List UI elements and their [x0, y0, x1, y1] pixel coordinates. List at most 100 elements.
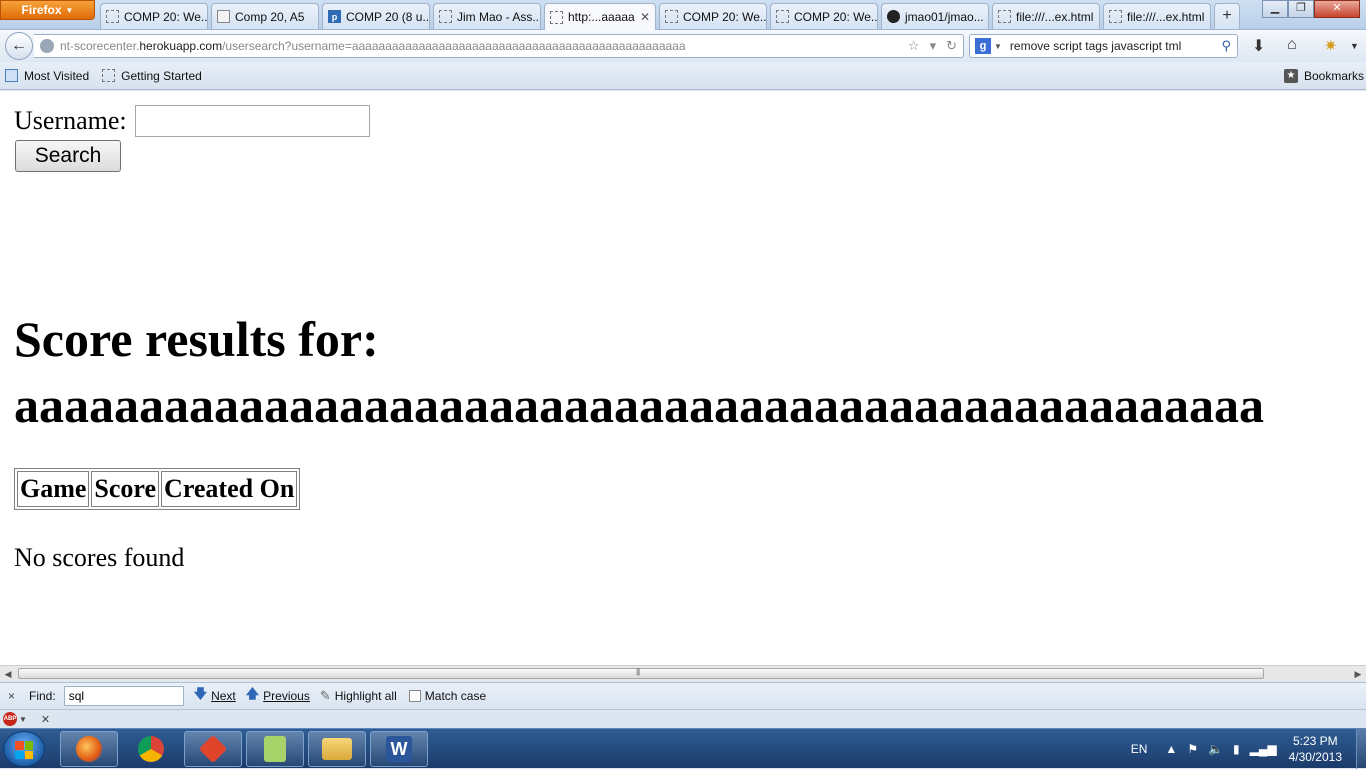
back-button[interactable]: ← — [5, 32, 33, 60]
tab-jim-mao[interactable]: Jim Mao - Ass... — [433, 3, 541, 29]
close-tab-icon[interactable]: ✕ — [640, 10, 650, 24]
system-clock[interactable]: 5:23 PM 4/30/2013 — [1289, 733, 1342, 765]
home-icon[interactable]: ⌂ — [1287, 36, 1297, 54]
power-icon[interactable]: ▮ — [1233, 742, 1240, 756]
taskbar-word[interactable]: W — [370, 731, 428, 767]
navigation-toolbar: ← nt-scorecenter. herokuapp.com /usersea… — [0, 30, 1366, 62]
horizontal-scrollbar[interactable]: ◀ ||| ▶ — [0, 665, 1366, 681]
notepad-icon — [264, 736, 286, 762]
bookmark-label: Most Visited — [24, 68, 90, 83]
tab-strip: Firefox ▼ COMP 20: We... Comp 20, A5 p C… — [0, 0, 1366, 30]
tab-label: COMP 20: We... — [124, 9, 208, 24]
bookmark-getting-started[interactable]: Getting Started — [102, 69, 202, 83]
language-indicator[interactable]: EN — [1131, 742, 1148, 756]
tab-label: COMP 20: We... — [683, 9, 767, 24]
show-desktop-button[interactable] — [1356, 729, 1366, 769]
tab-label: jmao01/jmao... — [905, 9, 984, 24]
scroll-right-icon[interactable]: ▶ — [1350, 667, 1366, 681]
find-bar: × Find: 🡇 Next 🡅 Previous ✎ Highlight al… — [0, 682, 1366, 709]
find-previous-label: Previous — [263, 689, 310, 703]
taskbar-firefox[interactable] — [60, 731, 118, 767]
table-header-row: Game Score Created On — [17, 471, 298, 507]
scrollbar-thumb[interactable] — [18, 668, 1264, 679]
username-label: Username: — [14, 106, 127, 135]
heading-line: Score results for: — [14, 311, 379, 367]
addon-bar: ABP ▼ ✕ — [0, 709, 1366, 728]
bookmarks-menu-button[interactable]: ★ Bookmarks — [1283, 62, 1366, 90]
bookmarks-star-icon: ★ — [1283, 69, 1298, 83]
site-identity-icon[interactable] — [40, 39, 54, 53]
addon-icon[interactable]: ✷ — [1324, 36, 1337, 56]
chevron-down-icon[interactable]: ▼ — [994, 42, 1002, 51]
show-hidden-icons-icon[interactable]: ▲ — [1165, 742, 1177, 756]
find-previous-button[interactable]: 🡅 Previous — [246, 685, 310, 707]
taskbar-explorer[interactable] — [308, 731, 366, 767]
chevron-down-icon[interactable]: ▼ — [1350, 41, 1359, 51]
scroll-left-icon[interactable]: ◀ — [0, 667, 16, 681]
tab-file-2[interactable]: file:///...ex.html — [1103, 3, 1211, 29]
highlight-all-button[interactable]: ✎ Highlight all — [320, 688, 397, 704]
tab-label: file:///...ex.html — [1127, 9, 1205, 24]
action-center-flag-icon[interactable]: ⚑ — [1187, 742, 1198, 756]
arrow-down-icon: 🡇 — [193, 686, 208, 701]
blank-page-icon — [106, 10, 119, 23]
tab-current-page[interactable]: http:...aaaaa ✕ — [544, 3, 656, 30]
close-find-bar-icon[interactable]: × — [8, 689, 15, 703]
new-tab-button[interactable]: + — [1214, 3, 1240, 29]
blank-page-icon — [998, 10, 1011, 23]
bookmark-label: Getting Started — [121, 68, 202, 83]
minimize-button[interactable]: ▁ — [1262, 0, 1288, 18]
match-case-label: Match case — [424, 689, 487, 703]
close-window-button[interactable]: ✕ — [1314, 0, 1360, 18]
username-input[interactable] — [134, 105, 370, 137]
tab-comp20-web-1[interactable]: COMP 20: We... — [100, 3, 208, 29]
blank-page-icon — [439, 10, 452, 23]
tab-comp20-a5[interactable]: Comp 20, A5 — [211, 3, 319, 29]
highlight-all-label: Highlight all — [334, 689, 397, 703]
chrome-icon — [138, 736, 164, 762]
word-icon: W — [386, 736, 412, 762]
find-input[interactable] — [63, 686, 184, 706]
network-signal-icon[interactable]: ▂▄▆ — [1250, 742, 1277, 756]
tab-label: COMP 20 (8 u... — [346, 9, 430, 24]
search-button[interactable]: Search — [15, 140, 121, 172]
arrow-up-icon: 🡅 — [245, 686, 260, 701]
match-case-checkbox[interactable] — [408, 690, 421, 702]
search-box[interactable]: g ▼ remove script tags javascript tml ⚲ — [969, 34, 1238, 58]
start-button[interactable] — [3, 731, 45, 767]
url-host: herokuapp.com — [139, 39, 223, 53]
maximize-button[interactable]: ❐ — [1288, 0, 1314, 18]
system-tray: EN ▲ ⚑ 🔈 ▮ ▂▄▆ 5:23 PM 4/30/2013 — [1131, 729, 1366, 769]
tab-github[interactable]: jmao01/jmao... — [881, 3, 989, 29]
bookmarks-menu-label: Bookmarks — [1303, 69, 1364, 83]
reload-icon[interactable]: ↻ — [946, 38, 957, 54]
volume-icon[interactable]: 🔈 — [1208, 742, 1223, 756]
taskbar-chrome[interactable] — [122, 731, 180, 767]
highlighter-icon: ✎ — [319, 688, 331, 703]
find-next-button[interactable]: 🡇 Next — [194, 685, 236, 707]
close-addon-bar-icon[interactable]: ✕ — [41, 713, 50, 726]
url-prefix: nt-scorecenter. — [60, 39, 140, 53]
github-icon — [887, 10, 900, 23]
bookmark-star-icon[interactable]: ☆ — [908, 38, 920, 54]
tab-label: http:...aaaaa — [568, 10, 635, 24]
doc-page-icon — [217, 10, 230, 23]
downloads-icon[interactable]: ⬇ — [1252, 36, 1265, 56]
firefox-menu-button[interactable]: Firefox ▼ — [0, 0, 95, 20]
history-dropdown-icon[interactable]: ▾ — [930, 38, 937, 54]
adblock-plus-icon[interactable]: ABP — [3, 712, 17, 726]
chevron-down-icon[interactable]: ▼ — [19, 715, 27, 724]
url-bar[interactable]: nt-scorecenter. herokuapp.com /usersearc… — [34, 34, 964, 58]
taskbar-git[interactable] — [184, 731, 242, 767]
search-icon[interactable]: ⚲ — [1221, 38, 1237, 54]
plus-icon: + — [1222, 7, 1232, 24]
url-path: /usersearch?username=aaaaaaaaaaaaaaaaaaa… — [222, 39, 686, 53]
taskbar-notepad-plus[interactable] — [246, 731, 304, 767]
tab-comp20-web-3[interactable]: COMP 20: We... — [770, 3, 878, 29]
tab-comp20-piazza[interactable]: p COMP 20 (8 u... — [322, 3, 430, 29]
bookmark-most-visited[interactable]: Most Visited — [5, 69, 89, 83]
google-icon[interactable]: g — [975, 38, 991, 54]
tab-comp20-web-2[interactable]: COMP 20: We... — [659, 3, 767, 29]
piazza-icon: p — [328, 10, 341, 23]
tab-file-1[interactable]: file:///...ex.html — [992, 3, 1100, 29]
